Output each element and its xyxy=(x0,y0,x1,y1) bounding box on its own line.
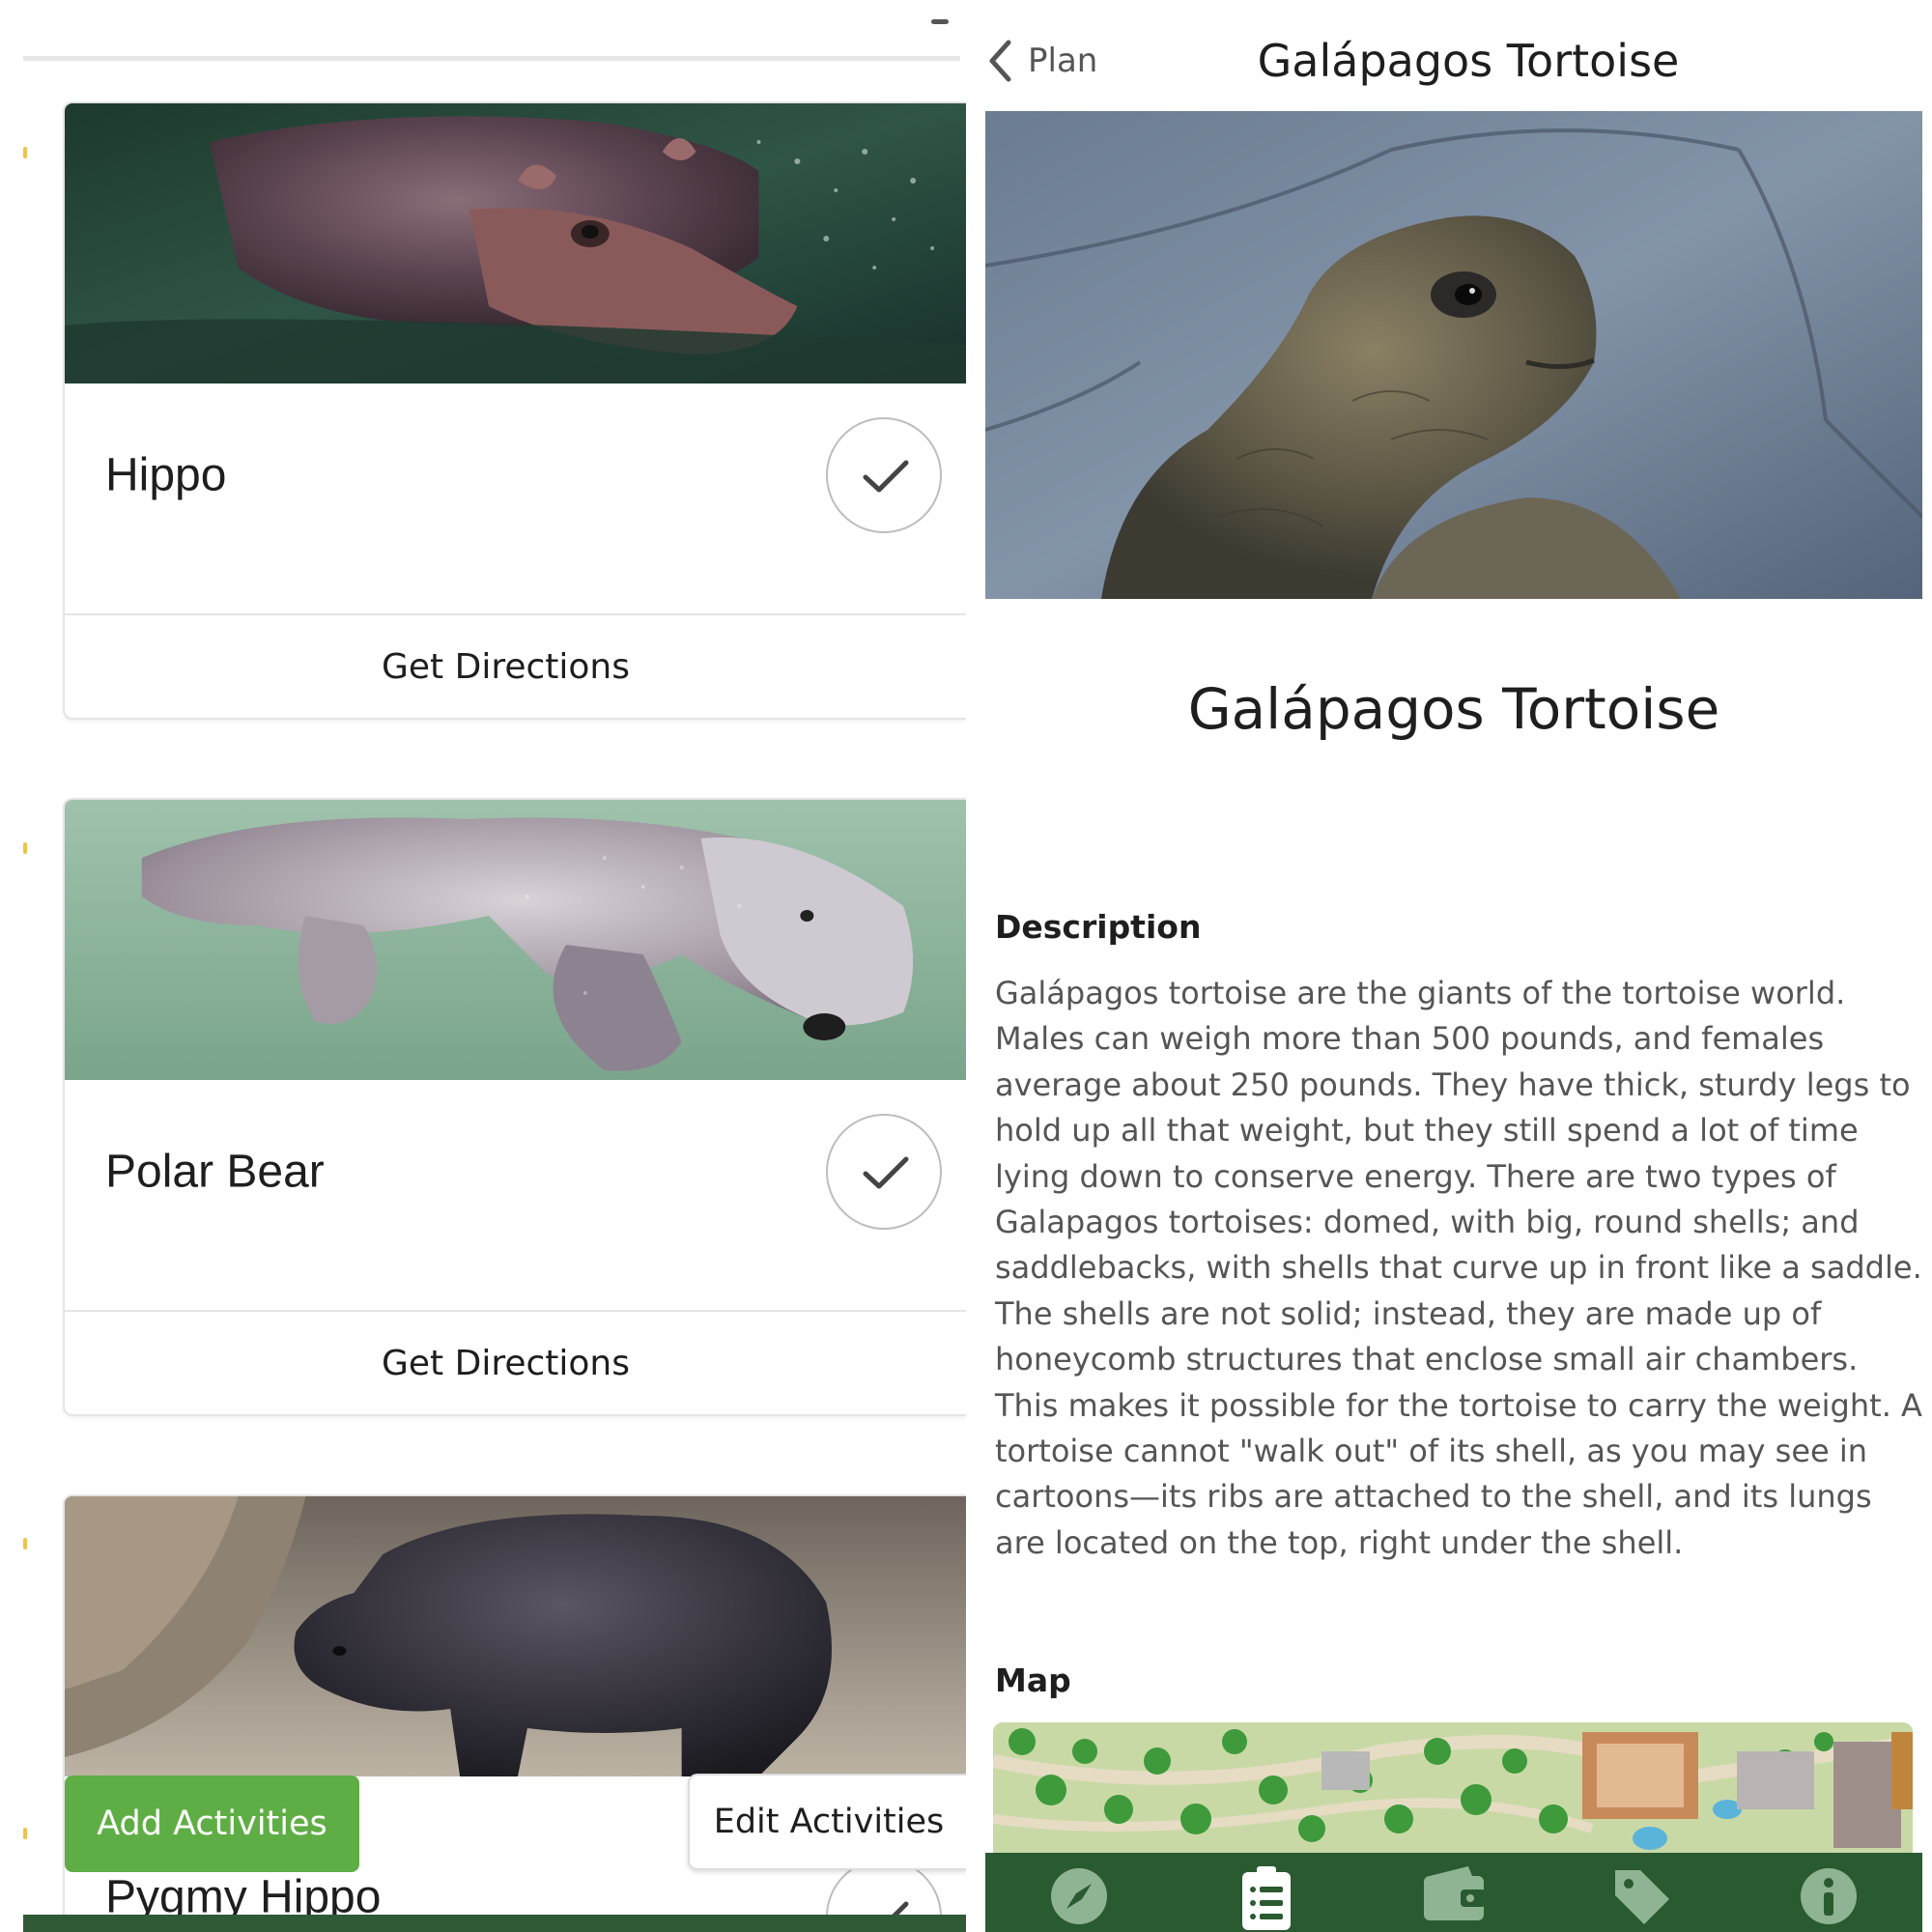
tab-bar xyxy=(985,1853,1922,1932)
visited-check-button[interactable] xyxy=(826,1114,942,1230)
tab-plan[interactable] xyxy=(1233,1866,1300,1932)
tag-icon xyxy=(1615,1870,1669,1924)
compass-icon xyxy=(1051,1868,1107,1924)
tab-wallet[interactable] xyxy=(1420,1866,1488,1932)
wallet-icon xyxy=(1424,1866,1486,1920)
chevron-left-icon xyxy=(989,40,1011,82)
map-heading: Map xyxy=(995,1662,1071,1699)
back-button[interactable]: Plan xyxy=(987,29,1097,93)
get-directions-button[interactable]: Get Directions xyxy=(65,1312,966,1414)
checklist-icon xyxy=(1242,1866,1291,1930)
hippo-photo xyxy=(65,103,966,384)
pygmy-hippo-photo xyxy=(65,1496,966,1776)
header-divider xyxy=(23,56,960,61)
activity-name: Hippo xyxy=(105,449,227,501)
add-activities-button[interactable]: Add Activities xyxy=(65,1776,359,1872)
edit-activities-button[interactable]: Edit Activities xyxy=(688,1774,966,1870)
activity-card-hippo[interactable]: Hippo Get Directions xyxy=(63,101,966,720)
zoo-map[interactable] xyxy=(993,1722,1913,1853)
check-icon xyxy=(863,460,909,493)
tab-explore[interactable] xyxy=(1045,1866,1113,1932)
back-label: Plan xyxy=(1028,42,1098,80)
plan-list-screen: Hippo Get Directions Polar Bear Get Dire… xyxy=(0,0,966,1932)
animal-detail-screen: Plan Galápagos Tortoise Galápagos Tortoi… xyxy=(966,0,1932,1932)
get-directions-button[interactable]: Get Directions xyxy=(65,615,966,718)
polar-bear-photo xyxy=(65,800,966,1080)
description-text: Galápagos tortoise are the giants of the… xyxy=(995,975,1922,1561)
tab-offers[interactable] xyxy=(1607,1866,1675,1932)
tortoise-photo xyxy=(985,111,1922,599)
nav-title: Galápagos Tortoise xyxy=(1257,35,1680,87)
tab-bar xyxy=(23,1915,966,1932)
edge-marker xyxy=(23,1828,27,1839)
check-icon xyxy=(863,1156,909,1189)
edge-marker xyxy=(23,842,27,854)
status-indicator xyxy=(931,19,949,24)
tab-info[interactable] xyxy=(1795,1866,1862,1932)
description-heading: Description xyxy=(995,908,1202,946)
activity-name: Polar Bear xyxy=(105,1146,325,1198)
animal-title: Galápagos Tortoise xyxy=(1187,676,1720,742)
visited-check-button[interactable] xyxy=(826,417,942,533)
edge-marker xyxy=(23,1538,27,1549)
activity-card-polar-bear[interactable]: Polar Bear Get Directions xyxy=(63,798,966,1416)
edge-marker xyxy=(23,147,27,158)
info-icon xyxy=(1801,1868,1857,1924)
